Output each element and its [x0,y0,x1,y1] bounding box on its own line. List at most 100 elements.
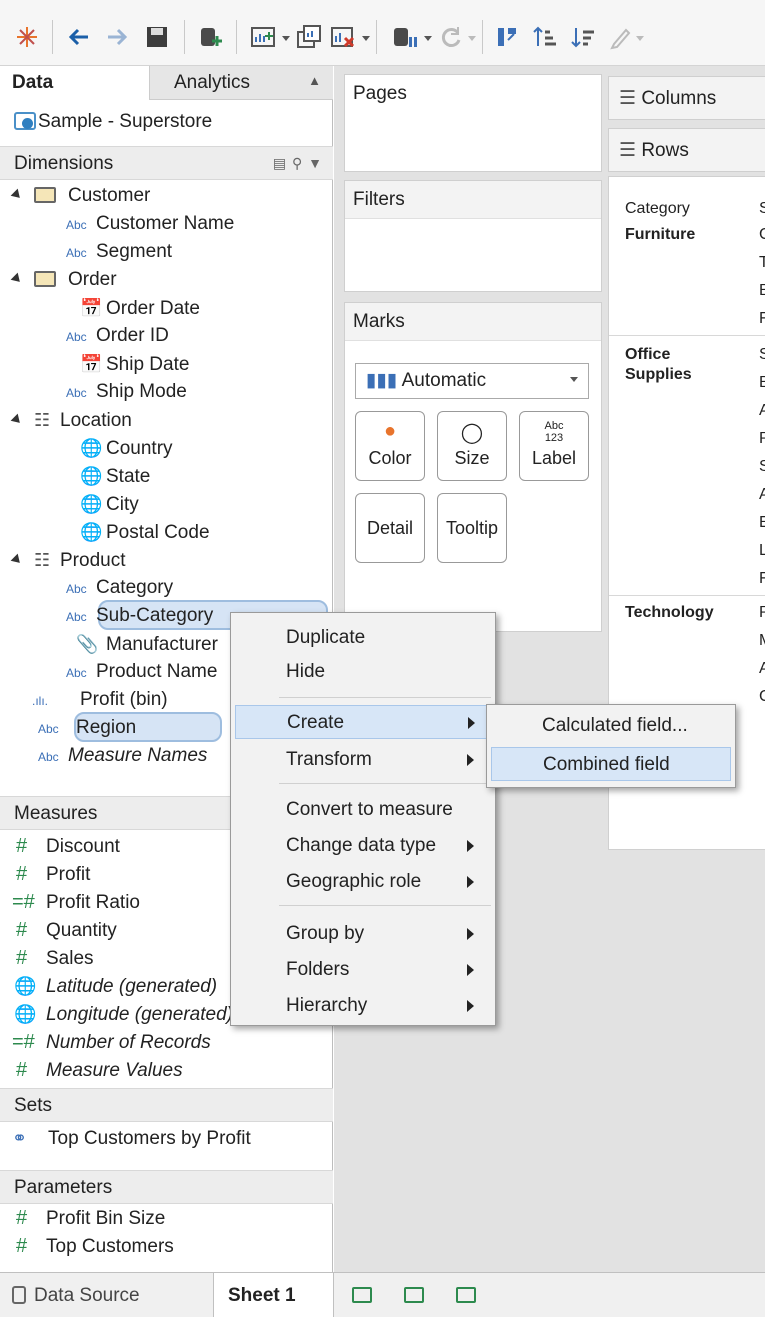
clear-sheet-icon[interactable] [330,24,356,50]
dimensions-header: Dimensions ▤ ⚲ ▼ [0,146,333,180]
menu-item-calculated-field[interactable]: Calculated field... [487,709,735,743]
up-down-arrows-icon[interactable]: ▲ [308,73,321,88]
menu-item-geographic-role[interactable]: Geographic role [231,865,495,899]
dropdown-caret-icon[interactable] [362,36,370,41]
submenu-arrow-icon [468,717,475,729]
submenu-arrow-icon [467,928,474,940]
field-measure-names[interactable]: Abc Measure Names [38,742,207,770]
measure-discount[interactable]: # Discount [16,832,120,860]
hierarchy-location[interactable]: ☷ Location [10,406,132,434]
color-button[interactable]: ● Color [355,411,425,481]
dropdown-caret-icon[interactable] [468,36,476,41]
tooltip-button[interactable]: Tooltip [437,493,507,563]
tab-analytics[interactable]: Analytics ▲ [150,66,333,100]
label-button[interactable]: Abc 123 Label [519,411,589,481]
sort-ascending-icon[interactable] [532,24,558,50]
highlight-icon[interactable] [606,24,632,50]
pause-updates-icon[interactable] [392,24,418,50]
row-header-technology[interactable]: Technology [625,601,714,625]
rows-shelf[interactable]: ☰ Rows [608,128,765,172]
save-icon[interactable] [144,24,170,50]
folder-customer[interactable]: Customer [10,182,150,210]
refresh-icon[interactable] [438,24,464,50]
datasource-item[interactable]: Sample - Superstore [0,100,333,146]
measure-number-of-records[interactable]: =# Number of Records [12,1028,211,1056]
parameter-profit-bin-size[interactable]: # Profit Bin Size [16,1204,165,1232]
tab-sheet-1[interactable]: Sheet 1 [214,1273,334,1317]
field-manufacturer[interactable]: 📎 Manufacturer [76,630,218,658]
hierarchy-product[interactable]: ☷ Product [10,546,125,574]
menu-item-group-by[interactable]: Group by [231,917,495,951]
menu-item-folders[interactable]: Folders [231,953,495,987]
measure-latitude[interactable]: 🌐 Latitude (generated) [14,972,217,1000]
duplicate-sheet-icon[interactable] [296,24,322,50]
measure-sales[interactable]: # Sales [16,944,94,972]
dropdown-caret-icon[interactable] [282,36,290,41]
field-segment[interactable]: Abc Segment [66,238,172,266]
list-view-icon[interactable]: ▤ [273,155,287,171]
globe-icon: 🌐 [80,522,103,542]
row-header-office-supplies[interactable]: Office Supplies [625,345,705,389]
collapse-triangle-icon[interactable] [10,188,24,202]
field-product-name[interactable]: Abc Product Name [66,658,217,686]
measure-longitude[interactable]: 🌐 Longitude (generated) [14,1000,233,1028]
menu-item-change-data-type[interactable]: Change data type [231,829,495,863]
detail-button[interactable]: Detail [355,493,425,563]
menu-item-hide[interactable]: Hide [231,655,495,689]
menu-item-duplicate[interactable]: Duplicate [231,621,495,655]
field-ship-date[interactable]: 📅 Ship Date [80,350,189,378]
new-worksheet-icon[interactable] [352,1287,372,1303]
field-country[interactable]: 🌐 Country [80,434,173,462]
swap-rows-columns-icon[interactable] [494,24,520,50]
mark-type-dropdown[interactable]: ▮▮▮ Automatic [355,363,589,399]
dropdown-caret-icon[interactable] [424,36,432,41]
field-order-id[interactable]: Abc Order ID [66,322,169,350]
collapse-triangle-icon[interactable] [10,553,24,567]
pages-shelf[interactable]: Pages [344,74,602,172]
back-arrow-icon[interactable] [66,24,92,50]
collapse-triangle-icon[interactable] [10,272,24,286]
measure-measure-values[interactable]: # Measure Values [16,1056,183,1084]
field-region[interactable]: Abc Region [38,714,136,742]
menu-caret-icon[interactable]: ▼ [308,155,323,171]
measure-profit[interactable]: # Profit [16,860,90,888]
field-ship-mode[interactable]: Abc Ship Mode [66,378,187,406]
menu-item-transform[interactable]: Transform [231,743,495,777]
row-header-furniture[interactable]: Furniture [625,223,695,247]
field-sub-category[interactable]: Abc Sub-Category [66,602,213,630]
number-type-icon: # [16,947,28,969]
menu-item-convert-to-measure[interactable]: Convert to measure [231,793,495,827]
tab-data[interactable]: Data [0,66,150,100]
size-button[interactable]: ◯ Size [437,411,507,481]
menu-item-hierarchy[interactable]: Hierarchy [231,989,495,1023]
field-city[interactable]: 🌐 City [80,490,139,518]
number-type-icon: # [16,863,28,885]
new-worksheet-icon[interactable] [250,24,276,50]
set-top-customers-by-profit[interactable]: ⚭ Top Customers by Profit [12,1124,251,1152]
field-order-date[interactable]: 📅 Order Date [80,294,200,322]
menu-item-create[interactable]: Create [235,705,491,739]
folder-order[interactable]: Order [10,266,117,294]
measure-profit-ratio[interactable]: =# Profit Ratio [12,888,140,916]
dropdown-caret-icon[interactable] [570,377,578,382]
new-data-source-icon[interactable] [198,24,224,50]
dropdown-caret-icon[interactable] [636,36,644,41]
new-story-icon[interactable] [456,1287,476,1303]
filters-shelf[interactable]: Filters [344,180,602,292]
sort-descending-icon[interactable] [570,24,596,50]
field-state[interactable]: 🌐 State [80,462,150,490]
columns-shelf[interactable]: ☰ Columns [608,76,765,120]
tableau-logo-icon[interactable] [14,24,40,50]
field-category[interactable]: Abc Category [66,574,173,602]
search-icon[interactable]: ⚲ [292,155,303,171]
measure-quantity[interactable]: # Quantity [16,916,117,944]
tab-data-source[interactable]: Data Source [0,1273,214,1317]
field-profit-bin[interactable]: .ılı. Profit (bin) [32,686,168,714]
field-customer-name[interactable]: Abc Customer Name [66,210,234,238]
menu-item-combined-field[interactable]: Combined field [491,747,731,781]
forward-arrow-icon[interactable] [104,24,130,50]
field-postal-code[interactable]: 🌐 Postal Code [80,518,210,546]
collapse-triangle-icon[interactable] [10,413,24,427]
new-dashboard-icon[interactable] [404,1287,424,1303]
parameter-top-customers[interactable]: # Top Customers [16,1232,174,1260]
